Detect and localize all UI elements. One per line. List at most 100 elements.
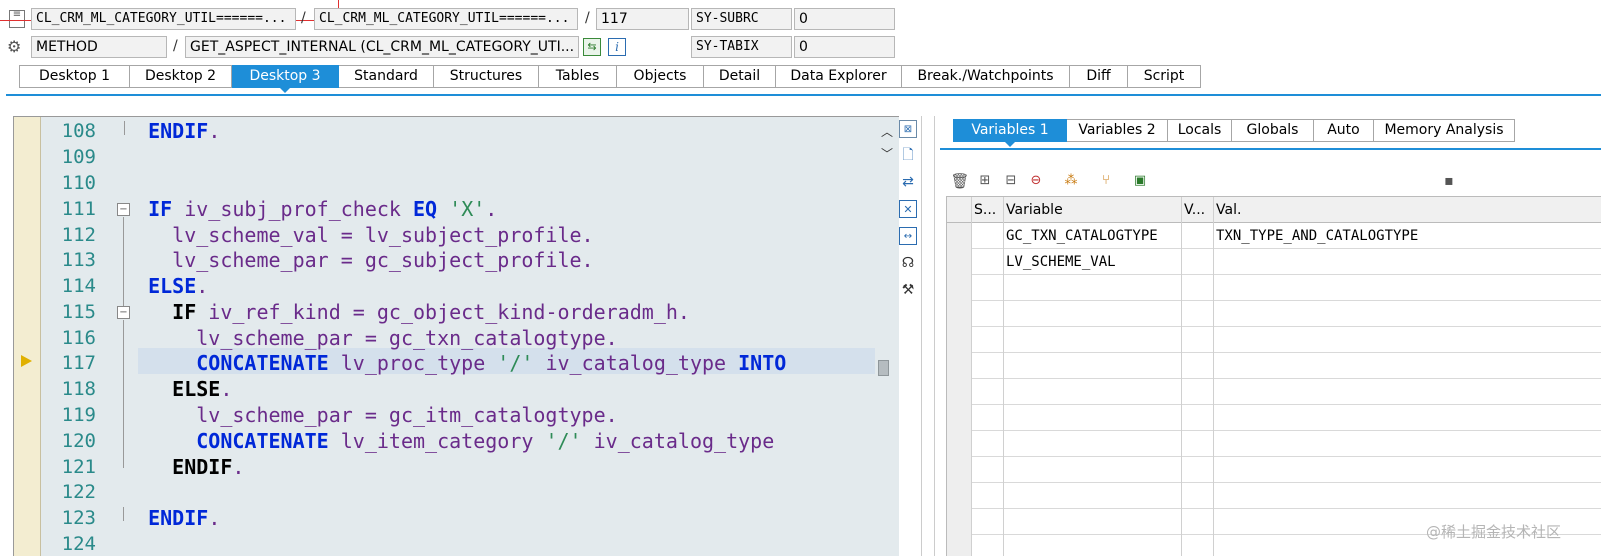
- tab-variables-1[interactable]: Variables 1: [953, 119, 1067, 147]
- close-pane-icon[interactable]: ✕: [899, 200, 917, 218]
- compare-icon[interactable]: ⇄: [899, 173, 917, 191]
- breakpoint-gutter[interactable]: [14, 117, 41, 556]
- save-icon[interactable]: ▪: [1439, 171, 1459, 191]
- variable-value-cell[interactable]: TXN_TYPE_AND_CATALOGTYPE: [1213, 223, 1601, 249]
- table-row[interactable]: [947, 483, 1601, 509]
- code-line: ELSE.: [172, 377, 233, 401]
- new-document-icon[interactable]: 🗋: [899, 146, 917, 164]
- variables-grid: S... Variable V... Val. GC_TXN_CATALOGTY…: [946, 196, 1601, 556]
- variables-tabbar: Variables 1 Variables 2 Locals Globals A…: [953, 119, 1515, 147]
- table-row[interactable]: [947, 353, 1601, 379]
- code-line: lv_scheme_par = gc_txn_catalogtype.: [124, 326, 618, 350]
- column-divider: [1213, 197, 1214, 556]
- tab-desktop-3[interactable]: Desktop 3: [232, 65, 339, 93]
- include-field[interactable]: CL_CRM_ML_CATEGORY_UTIL======...: [314, 8, 578, 30]
- branch-icon[interactable]: ⑂: [1096, 171, 1116, 191]
- column-header-val[interactable]: Val.: [1213, 197, 1601, 223]
- table-row[interactable]: [947, 405, 1601, 431]
- tab-objects[interactable]: Objects: [617, 65, 704, 88]
- table-row[interactable]: GC_TXN_CATALOGTYPE TXN_TYPE_AND_CATALOGT…: [947, 223, 1601, 249]
- current-line-arrow-icon: [21, 355, 32, 367]
- sort-icon[interactable]: ⁂: [1061, 171, 1081, 191]
- tab-globals[interactable]: Globals: [1232, 119, 1314, 142]
- code-line: IF iv_subj_prof_check EQ 'X'.: [148, 197, 498, 221]
- column-header-variable[interactable]: Variable: [1003, 197, 1181, 223]
- scroll-up-icon[interactable]: ︿: [881, 123, 893, 140]
- code-line: ENDIF.: [172, 455, 245, 479]
- tab-script[interactable]: Script: [1128, 65, 1201, 88]
- method-field[interactable]: GET_ASPECT_INTERNAL (CL_CRM_ML_CATEGORY_…: [185, 36, 579, 58]
- tab-breakpoints[interactable]: Break./Watchpoints: [902, 65, 1070, 88]
- resize-pane-icon[interactable]: ↔: [899, 227, 917, 245]
- editor-vertical-scrollbar[interactable]: ︿ ﹀: [875, 117, 899, 556]
- variable-name-cell[interactable]: GC_TXN_CATALOGTYPE: [1003, 223, 1181, 249]
- table-row[interactable]: [947, 431, 1601, 457]
- row-selector-column: [947, 223, 971, 556]
- program-icon: ≡: [9, 10, 25, 28]
- collapse-all-icon[interactable]: ⊠: [899, 120, 917, 138]
- variable-name-cell[interactable]: LV_SCHEME_VAL: [1003, 249, 1181, 275]
- delete-icon[interactable]: 🗑: [950, 171, 970, 191]
- table-row[interactable]: LV_SCHEME_VAL: [947, 249, 1601, 275]
- tab-locals[interactable]: Locals: [1168, 119, 1232, 142]
- separator: /: [173, 38, 178, 54]
- navigate-icon[interactable]: ⇆: [583, 38, 601, 56]
- table-row[interactable]: [947, 379, 1601, 405]
- program-field[interactable]: CL_CRM_ML_CATEGORY_UTIL======...: [31, 8, 296, 30]
- tab-tables[interactable]: Tables: [539, 65, 617, 88]
- line-number: 117: [61, 352, 96, 374]
- line-number: 111: [61, 198, 96, 220]
- variable-value-cell[interactable]: [1213, 249, 1601, 275]
- type-field[interactable]: METHOD: [31, 36, 167, 58]
- tab-data-explorer[interactable]: Data Explorer: [776, 65, 902, 88]
- line-field[interactable]: 117: [596, 8, 689, 30]
- settings-tools-icon[interactable]: ⚒: [899, 281, 917, 299]
- line-number: 112: [61, 224, 96, 246]
- column-header-v[interactable]: V...: [1181, 197, 1213, 223]
- separator: /: [301, 10, 306, 26]
- import-icon[interactable]: ▣: [1130, 171, 1150, 191]
- desktop-tabbar: Desktop 1 Desktop 2 Desktop 3 Standard S…: [19, 65, 1201, 93]
- line-number: 118: [61, 378, 96, 400]
- source-editor[interactable]: 108 109 110 111 112 113 114 115 116 117 …: [13, 116, 899, 556]
- table-row[interactable]: [947, 457, 1601, 483]
- code-line: CONCATENATE lv_item_category '/' iv_cata…: [196, 429, 775, 453]
- tab-auto[interactable]: Auto: [1314, 119, 1374, 142]
- tab-variables-2[interactable]: Variables 2: [1067, 119, 1168, 142]
- code-line: lv_scheme_val = lv_subject_profile.: [124, 223, 594, 247]
- sysfield-value-2[interactable]: 0: [794, 36, 895, 58]
- gear-icon: ⚙: [7, 37, 22, 56]
- sysfield-name-1[interactable]: SY-SUBRC: [691, 8, 792, 30]
- tab-memory-analysis[interactable]: Memory Analysis: [1374, 119, 1515, 142]
- line-number: 113: [61, 249, 96, 271]
- info-icon[interactable]: i: [608, 38, 626, 56]
- sysfield-value-1[interactable]: 0: [794, 8, 895, 30]
- code-area[interactable]: ENDIF. IF iv_subj_prof_check EQ 'X'. lv_…: [124, 117, 882, 556]
- editor-right-border: [921, 116, 922, 556]
- tab-structures[interactable]: Structures: [434, 65, 539, 88]
- scroll-thumb[interactable]: [878, 360, 889, 376]
- line-numbers: 108 109 110 111 112 113 114 115 116 117 …: [41, 117, 123, 556]
- tab-desktop-2[interactable]: Desktop 2: [130, 65, 232, 88]
- code-line: lv_scheme_par = gc_itm_catalogtype.: [124, 403, 618, 427]
- tab-diff[interactable]: Diff: [1070, 65, 1128, 88]
- code-line: lv_scheme_par = gc_subject_profile.: [124, 248, 594, 272]
- column-divider: [1181, 197, 1182, 556]
- table-row[interactable]: [947, 275, 1601, 301]
- tab-detail[interactable]: Detail: [704, 65, 776, 88]
- table-row[interactable]: [947, 327, 1601, 353]
- line-number: 121: [61, 456, 96, 478]
- line-number: 115: [61, 301, 96, 323]
- sysfield-name-2[interactable]: SY-TABIX: [691, 36, 792, 58]
- column-header-s[interactable]: S...: [971, 197, 1003, 223]
- tab-desktop-1[interactable]: Desktop 1: [19, 65, 130, 88]
- code-line: ENDIF.: [148, 119, 221, 143]
- table-row[interactable]: [947, 301, 1601, 327]
- tab-standard[interactable]: Standard: [339, 65, 434, 88]
- edit-row-icon[interactable]: ⊟: [1001, 171, 1021, 191]
- tabbar-underline: [6, 94, 1601, 96]
- scroll-down-icon[interactable]: ﹀: [881, 145, 893, 162]
- insert-row-icon[interactable]: ⊞: [975, 171, 995, 191]
- headset-icon[interactable]: ☊: [899, 254, 917, 272]
- remove-row-icon[interactable]: ⊖: [1026, 171, 1046, 191]
